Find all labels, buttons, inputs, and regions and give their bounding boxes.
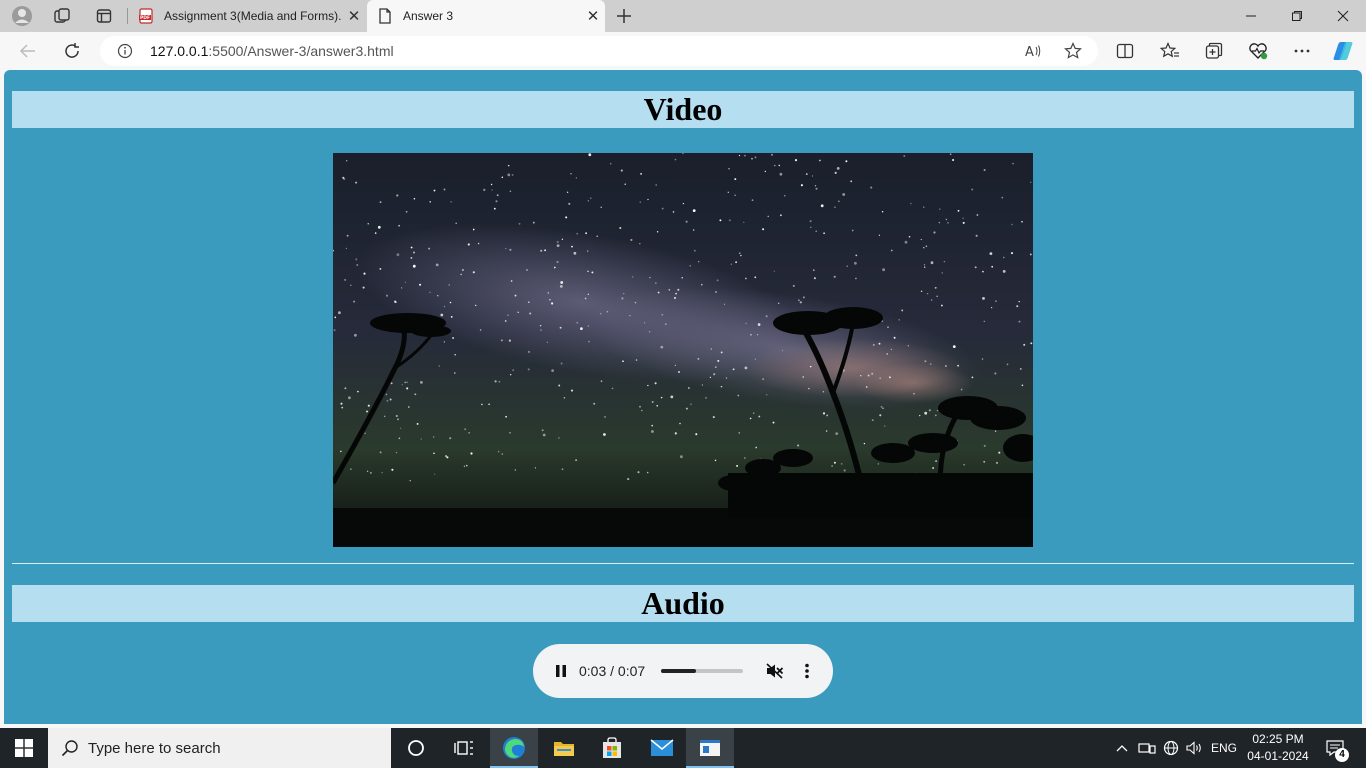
- restore-window-icon[interactable]: [1274, 0, 1320, 32]
- file-explorer-icon[interactable]: [540, 728, 588, 768]
- clock-date: 04-01-2024: [1247, 749, 1309, 763]
- notification-count-badge: 4: [1335, 748, 1349, 762]
- page-content: Video Audio 0:03 / 0:07: [4, 70, 1362, 724]
- audio-heading: Audio: [641, 585, 725, 621]
- taskbar-clock[interactable]: 02:25 PM 04-01-2024: [1240, 731, 1316, 765]
- close-window-icon[interactable]: [1320, 0, 1366, 32]
- back-icon[interactable]: [14, 37, 42, 65]
- edge-browser-icon[interactable]: [490, 728, 538, 768]
- mail-icon[interactable]: [638, 728, 686, 768]
- tab-label: Answer 3: [403, 9, 454, 23]
- favorite-star-icon[interactable]: [1059, 37, 1087, 65]
- input-language[interactable]: ENG: [1208, 728, 1240, 768]
- clock-time: 02:25 PM: [1252, 732, 1304, 746]
- pdf-icon: PDF: [138, 8, 154, 24]
- refresh-icon[interactable]: [58, 37, 86, 65]
- tab-actions-icon[interactable]: [92, 4, 116, 28]
- close-tab-icon[interactable]: ✕: [581, 7, 605, 25]
- windows-start-icon[interactable]: [0, 728, 48, 768]
- windows-taskbar: Type here to search ENG 02:25 PM 04-01-2…: [0, 728, 1366, 768]
- microsoft-store-icon[interactable]: [588, 728, 636, 768]
- audio-seek-bar[interactable]: [661, 669, 744, 673]
- browser-toolbar: 127.0.0.1:5500/Answer-3/answer3.html A: [0, 32, 1366, 70]
- page-icon: [377, 8, 393, 24]
- url-host: 127.0.0.1: [150, 43, 209, 59]
- muted-speaker-icon[interactable]: [765, 661, 785, 681]
- url-text: 127.0.0.1:5500/Answer-3/answer3.html: [150, 43, 394, 59]
- video-heading-band: Video: [12, 91, 1354, 128]
- more-options-icon[interactable]: [1288, 37, 1316, 65]
- address-bar[interactable]: 127.0.0.1:5500/Answer-3/answer3.html: [100, 36, 1098, 66]
- audio-progress-fill: [661, 669, 697, 673]
- pause-icon[interactable]: [551, 661, 571, 681]
- network-globe-icon[interactable]: [1160, 728, 1182, 768]
- video-heading: Video: [643, 91, 723, 127]
- svg-text:A: A: [1025, 45, 1034, 59]
- taskbar-search-box[interactable]: Type here to search: [48, 728, 391, 768]
- horizontal-rule: [12, 563, 1354, 564]
- tab-answer-3[interactable]: Answer 3 ✕: [367, 0, 605, 32]
- url-path: :5500/Answer-3/answer3.html: [208, 43, 394, 59]
- new-tab-icon[interactable]: [612, 4, 636, 28]
- site-info-icon[interactable]: [114, 40, 136, 62]
- profile-icon[interactable]: [10, 4, 34, 28]
- audio-player[interactable]: 0:03 / 0:07: [533, 644, 833, 698]
- tab-assignment-pdf[interactable]: PDF Assignment 3(Media and Forms). ✕: [128, 0, 366, 32]
- collections-icon[interactable]: [1200, 37, 1228, 65]
- browser-tab-strip: PDF Assignment 3(Media and Forms). ✕ Ans…: [0, 0, 1366, 32]
- audio-heading-band: Audio: [12, 585, 1354, 622]
- copilot-icon[interactable]: [1329, 37, 1357, 65]
- device-icon[interactable]: [1136, 728, 1158, 768]
- vs-code-window-icon[interactable]: [686, 728, 734, 768]
- tab-label: Assignment 3(Media and Forms).: [164, 9, 342, 23]
- video-player[interactable]: [333, 153, 1033, 547]
- search-icon: [60, 738, 80, 758]
- favorites-icon[interactable]: [1156, 37, 1184, 65]
- split-screen-icon[interactable]: [1111, 37, 1139, 65]
- audio-options-icon[interactable]: [797, 661, 817, 681]
- minimize-window-icon[interactable]: [1228, 0, 1274, 32]
- browser-essentials-icon[interactable]: [1244, 37, 1272, 65]
- close-tab-icon[interactable]: ✕: [342, 7, 366, 25]
- volume-icon[interactable]: [1184, 728, 1206, 768]
- audio-time: 0:03 / 0:07: [579, 663, 646, 679]
- task-view-icon[interactable]: [440, 728, 488, 768]
- read-aloud-icon[interactable]: A: [1019, 37, 1047, 65]
- cortana-icon[interactable]: [392, 728, 440, 768]
- show-hidden-icons-chevron-icon[interactable]: [1113, 728, 1131, 768]
- video-frame-milky-way: [333, 153, 1033, 547]
- workspaces-icon[interactable]: [50, 4, 74, 28]
- search-placeholder: Type here to search: [88, 739, 221, 757]
- svg-text:PDF: PDF: [140, 15, 150, 21]
